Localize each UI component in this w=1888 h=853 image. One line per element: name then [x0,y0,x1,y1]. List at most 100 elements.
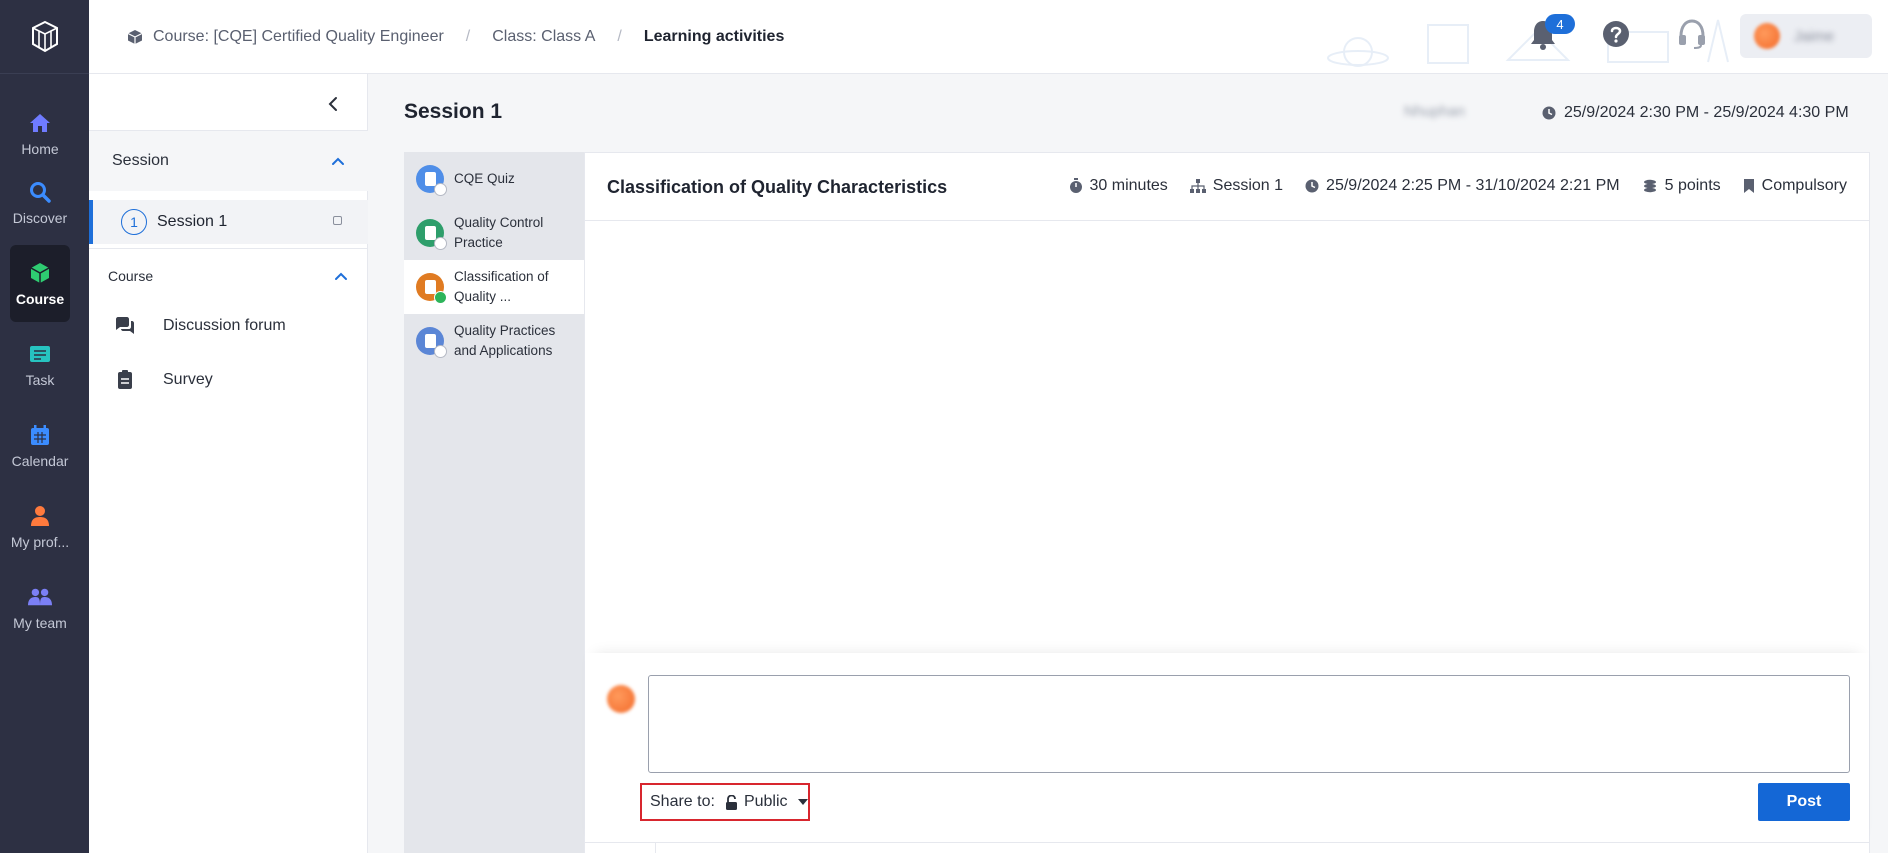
caret-down-icon [797,799,808,805]
survey-label: Survey [163,371,213,388]
nav-my-team-label: My team [13,614,67,631]
discussion-forum-link[interactable]: Discussion forum [115,311,355,341]
top-header: Course: [CQE] Certified Quality Engineer… [89,0,1888,74]
chevron-up-icon [332,157,344,165]
document-icon [416,273,447,304]
requirement-value: Compulsory [1761,177,1847,194]
points-value: 5 points [1664,177,1721,194]
chat-bubbles-icon [115,316,135,336]
activity-label: CQE Quiz [454,171,515,186]
nav-my-profile-label: My prof... [10,533,70,550]
nav-course-label: Course [15,290,65,307]
activity-meta: 30 minutes Session 1 25/9/2024 2:25 PM -… [1047,177,1847,195]
session-number-badge: 1 [121,209,147,235]
activity-title: Classification of Quality Characteristic… [607,177,948,197]
document-icon [416,327,447,358]
duration-value: 30 minutes [1089,177,1168,194]
duration: 30 minutes [1069,177,1168,195]
comment-input[interactable] [648,675,1850,773]
cube-icon [28,261,52,285]
breadcrumb-separator: / [617,28,622,45]
activity-label: Quality Practices and Applications [454,323,556,358]
document-icon [416,165,447,196]
help-icon [1603,21,1629,47]
avatar [1754,23,1780,49]
activity-item-cqe-quiz[interactable]: CQE Quiz [404,152,584,206]
post-button[interactable]: Post [1758,783,1850,821]
divider [655,842,656,853]
avatar [607,685,635,713]
session-section-header[interactable]: Session [89,131,368,191]
clock-icon [1542,106,1556,120]
session-ref-value: Session 1 [1212,177,1284,194]
bookmark-icon [1743,178,1755,194]
course-cube-icon [127,29,143,45]
breadcrumb-current: Learning activities [643,28,785,45]
stopwatch-icon [1069,178,1083,194]
breadcrumb-course[interactable]: Course: [CQE] Certified Quality Engineer [153,28,444,46]
session-time: 25/9/2024 2:30 PM - 25/9/2024 4:30 PM [1542,104,1849,122]
hierarchy-icon [1189,179,1206,193]
activity-item-classification[interactable]: Classification of Quality ... [404,260,584,314]
unlock-icon [725,794,738,810]
nav-my-profile[interactable]: My prof... [10,488,70,565]
divider [89,248,368,249]
activity-item-quality-control-practice[interactable]: Quality Control Practice [404,206,584,260]
session-status-icon [333,216,342,225]
notification-badge: 4 [1545,14,1575,34]
app-logo[interactable] [0,0,89,74]
nav-course[interactable]: Course [10,245,70,322]
activity-period-value: 25/9/2024 2:25 PM - 31/10/2024 2:21 PM [1326,177,1620,194]
logo-icon [31,20,58,52]
clock-icon [1305,179,1319,193]
requirement: Compulsory [1743,177,1847,195]
chevron-up-icon [335,272,347,280]
comment-composer: Share to: Public Post [585,653,1869,853]
activity-label: Quality Control Practice [454,215,544,250]
course-section-label: Course [108,268,154,284]
discussion-forum-label: Discussion forum [163,317,286,334]
breadcrumb-separator: / [465,28,471,45]
share-label: Share to: [650,793,715,810]
nav-task-label: Task [25,371,55,388]
activity-list: CQE Quiz Quality Control Practice Classi… [404,152,584,853]
home-icon [28,111,52,135]
activity-item-quality-practices[interactable]: Quality Practices and Applications [404,314,584,368]
help-button[interactable] [1602,20,1630,48]
nav-task[interactable]: Task [10,326,70,403]
session-item-label: Session 1 [157,213,228,230]
survey-link[interactable]: Survey [115,365,355,395]
nav-discover-label: Discover [12,209,68,226]
session-sidebar: Session 1 Session 1 Course Discussion fo… [89,74,368,853]
share-visibility-dropdown[interactable]: Share to: Public [640,783,810,821]
divider [585,842,1869,843]
main-nav-rail: Home Discover Course Task Calendar My pr… [0,0,89,853]
search-icon [28,180,52,204]
support-button[interactable] [1677,18,1707,50]
coins-icon [1642,179,1658,193]
activity-panel: Classification of Quality Characteristic… [584,152,1870,853]
breadcrumb-class[interactable]: Class: Class A [492,28,595,46]
nav-home[interactable]: Home [10,95,70,172]
task-icon [28,342,52,366]
course-section-header[interactable]: Course [108,264,348,288]
collapse-sidebar-button[interactable] [321,92,345,116]
user-icon [28,504,52,528]
teacher-name: Nhuphan [1404,103,1465,120]
session-item-1[interactable]: 1 Session 1 [89,200,368,244]
nav-home-label: Home [21,140,59,157]
points: 5 points [1642,177,1721,195]
share-value-label: Public [743,793,788,810]
clipboard-icon [115,370,135,390]
user-menu[interactable]: Jaime [1740,14,1872,58]
page-title: Session 1 [404,100,503,123]
activity-header: Classification of Quality Characteristic… [585,153,1869,221]
nav-calendar[interactable]: Calendar [10,407,70,484]
activity-period: 25/9/2024 2:25 PM - 31/10/2024 2:21 PM [1305,177,1620,195]
headset-icon [1679,19,1705,49]
nav-my-team[interactable]: My team [10,569,70,646]
session-section-label: Session [112,152,169,169]
nav-calendar-label: Calendar [11,452,69,469]
nav-discover[interactable]: Discover [10,164,70,241]
breadcrumb: Course: [CQE] Certified Quality Engineer… [127,0,784,74]
